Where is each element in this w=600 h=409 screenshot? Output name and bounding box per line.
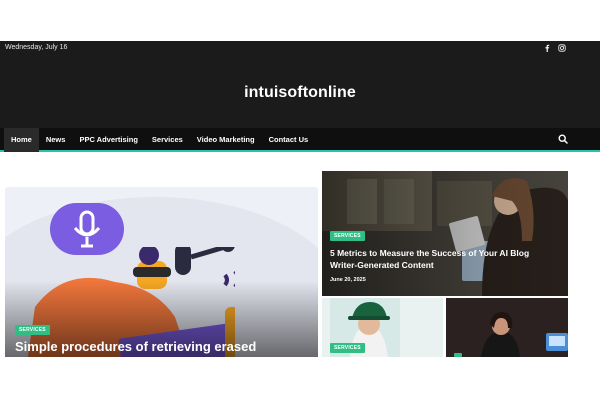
top-bar: Wednesday, July 16	[0, 41, 600, 58]
category-badge[interactable]	[454, 353, 462, 357]
featured-post-side-bottom-left[interactable]: SERVICES	[322, 298, 443, 357]
nav-menu: Home News PPC Advertising Services Video…	[4, 128, 315, 152]
nav-item-news[interactable]: News	[39, 128, 73, 152]
category-badge[interactable]: SERVICES	[330, 343, 365, 353]
nav-item-home[interactable]: Home	[4, 128, 39, 152]
featured-post-side-bottom-right[interactable]	[446, 298, 568, 357]
category-badge[interactable]: SERVICES	[15, 325, 50, 335]
current-date: Wednesday, July 16	[5, 44, 68, 51]
facebook-icon[interactable]	[544, 44, 550, 52]
site-header: intuisoftonline	[0, 58, 600, 128]
social-links	[544, 44, 566, 52]
woman-dark-background-photo	[446, 298, 568, 357]
hero-gradient-overlay	[5, 187, 318, 357]
nav-item-ppc-advertising[interactable]: PPC Advertising	[72, 128, 144, 152]
nav-item-services[interactable]: Services	[145, 128, 190, 152]
nav-item-video-marketing[interactable]: Video Marketing	[190, 128, 262, 152]
side-top-post-title[interactable]: 5 Metrics to Measure the Success of Your…	[330, 247, 550, 271]
site-logo[interactable]: intuisoftonline	[0, 84, 600, 102]
category-badge[interactable]: SERVICES	[330, 231, 365, 241]
featured-post-main[interactable]: SERVICES Simple procedures of retrieving…	[5, 187, 318, 357]
featured-post-side-top[interactable]: SERVICES 5 Metrics to Measure the Succes…	[322, 171, 568, 296]
instagram-icon[interactable]	[558, 44, 566, 52]
main-navigation: Home News PPC Advertising Services Video…	[0, 128, 600, 152]
search-icon[interactable]	[558, 134, 568, 144]
featured-post-title[interactable]: Simple procedures of retrieving erased	[15, 339, 315, 354]
nav-item-contact-us[interactable]: Contact Us	[262, 128, 316, 152]
post-date: June 20, 2025	[330, 277, 366, 283]
